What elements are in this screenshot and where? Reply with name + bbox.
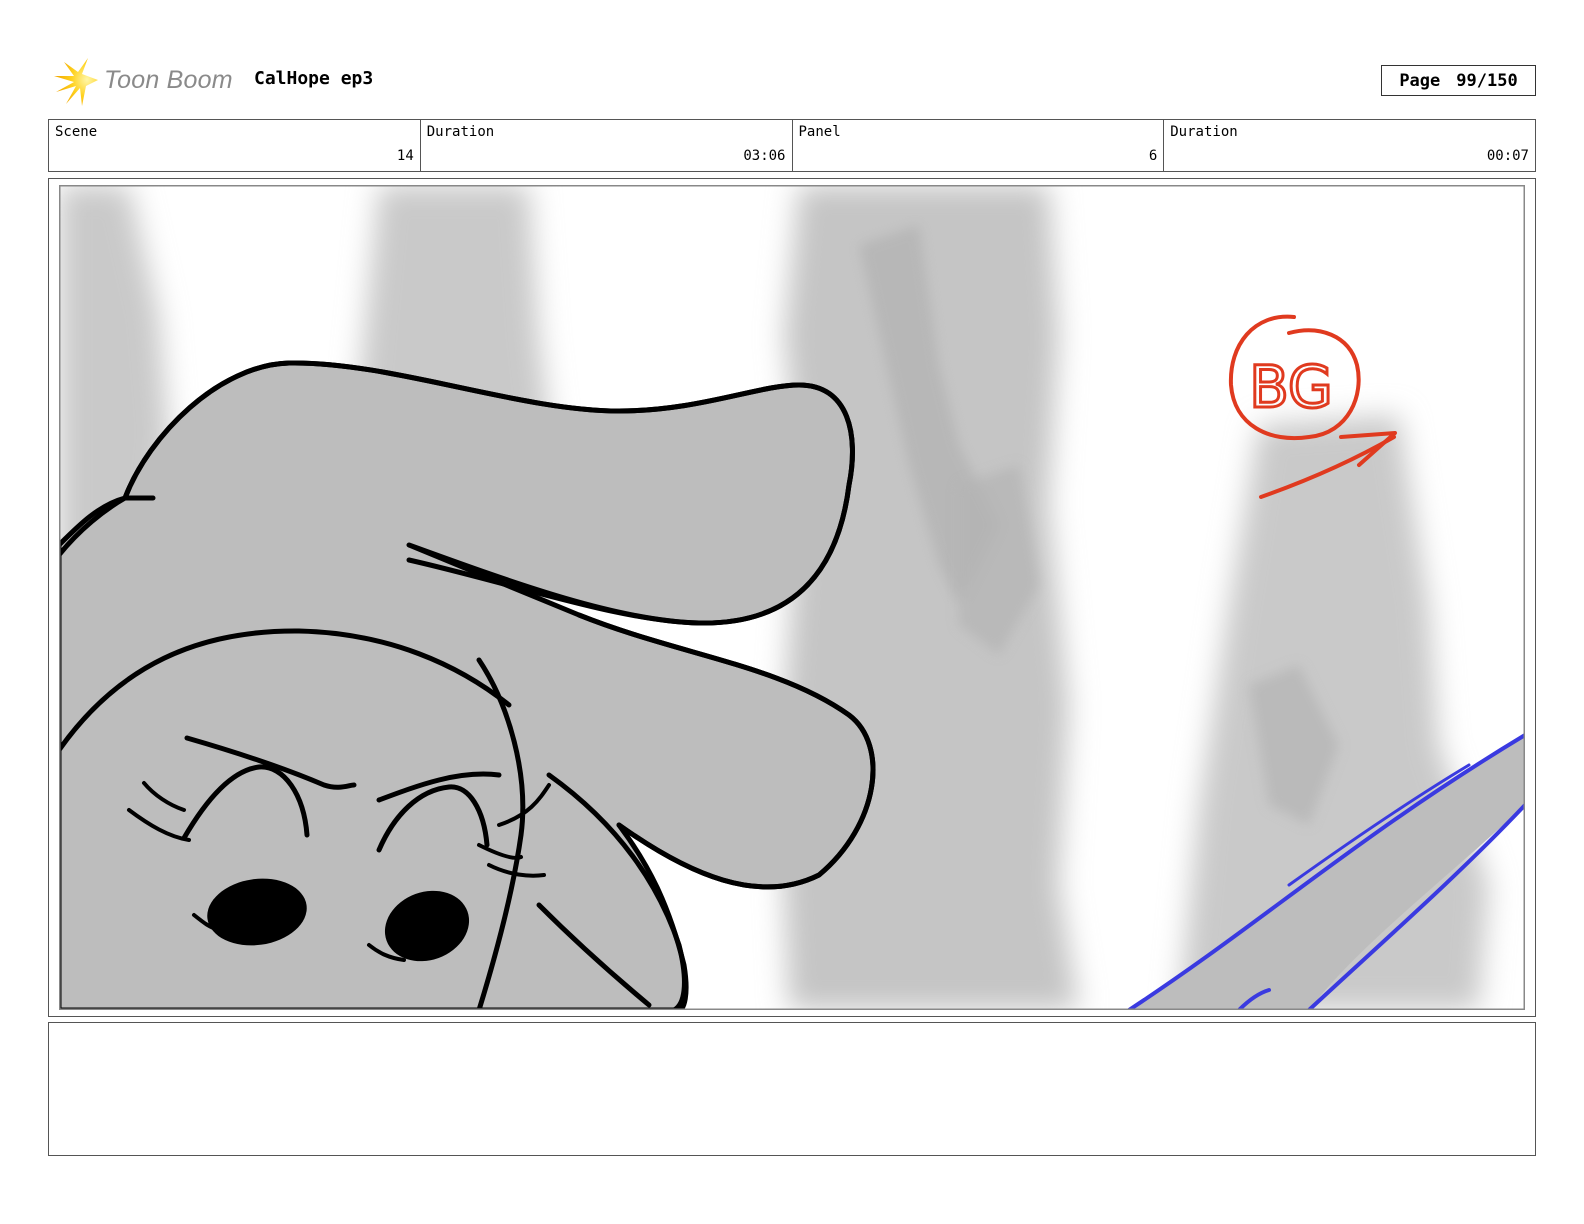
panel-label: Panel bbox=[798, 124, 841, 140]
scene-duration-label: Duration bbox=[426, 124, 495, 140]
panel-duration-label: Duration bbox=[1170, 124, 1238, 140]
panel-duration-cell: Duration 00:07 bbox=[1164, 120, 1535, 171]
scene-duration-value: 03:06 bbox=[743, 148, 786, 164]
scene-info-bar: Scene 14 Duration 03:06 Panel 6 Duration… bbox=[48, 119, 1536, 172]
panel-value: 6 bbox=[1148, 148, 1158, 164]
scene-label: Scene bbox=[55, 124, 98, 140]
project-title: CalHope ep3 bbox=[254, 68, 374, 89]
page-indicator: Page 99/150 bbox=[1381, 65, 1536, 96]
panel-duration-value: 00:07 bbox=[1486, 148, 1529, 164]
panel-drawing: BG bbox=[59, 185, 1525, 1010]
scene-duration-cell: Duration 03:06 bbox=[421, 120, 793, 171]
toon-boom-logo: Toon Boom bbox=[52, 56, 242, 108]
scene-cell: Scene 14 bbox=[49, 120, 421, 171]
starburst-icon bbox=[54, 58, 98, 106]
bg-annotation-text: BG bbox=[1249, 353, 1333, 421]
page-label: Page bbox=[1399, 70, 1441, 91]
logo-text: Toon Boom bbox=[104, 66, 233, 94]
storyboard-panel: BG bbox=[48, 178, 1536, 1017]
scene-value: 14 bbox=[396, 148, 414, 164]
panel-cell: Panel 6 bbox=[793, 120, 1165, 171]
page-number: 99/150 bbox=[1456, 70, 1518, 91]
panel-notes[interactable] bbox=[48, 1022, 1536, 1156]
